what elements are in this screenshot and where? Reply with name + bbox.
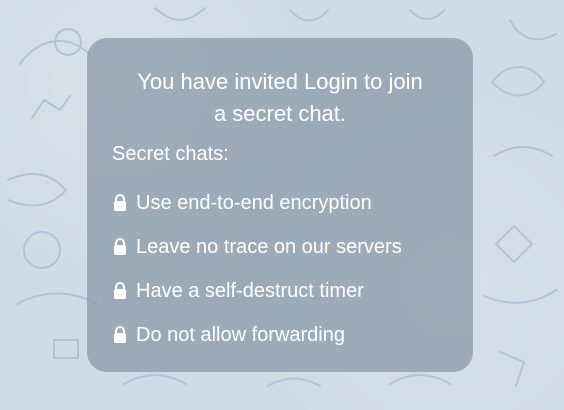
feature-text: Use end-to-end encryption xyxy=(136,192,372,214)
secret-chats-subheading: Secret chats: xyxy=(112,143,229,165)
feature-text: Have a self-destruct timer xyxy=(136,280,364,302)
title-line-1: You have invited Login to join xyxy=(137,69,423,94)
feature-item-no-forwarding: Do not allow forwarding xyxy=(112,313,402,357)
lock-icon xyxy=(114,282,126,299)
feature-item-self-destruct: Have a self-destruct timer xyxy=(112,269,402,313)
secret-chat-features-list: Use end-to-end encryption Leave no trace… xyxy=(112,181,402,357)
feature-item-encryption: Use end-to-end encryption xyxy=(112,181,402,225)
feature-text: Do not allow forwarding xyxy=(136,324,345,346)
lock-icon xyxy=(114,238,126,255)
secret-chat-invitation-title: You have invited Login to join a secret … xyxy=(87,66,473,130)
feature-text: Leave no trace on our servers xyxy=(136,236,402,258)
secret-chat-info-card: You have invited Login to join a secret … xyxy=(87,38,473,372)
title-line-2: a secret chat. xyxy=(213,101,347,126)
feature-item-no-trace: Leave no trace on our servers xyxy=(112,225,402,269)
lock-icon xyxy=(114,194,126,211)
lock-icon xyxy=(114,326,126,343)
